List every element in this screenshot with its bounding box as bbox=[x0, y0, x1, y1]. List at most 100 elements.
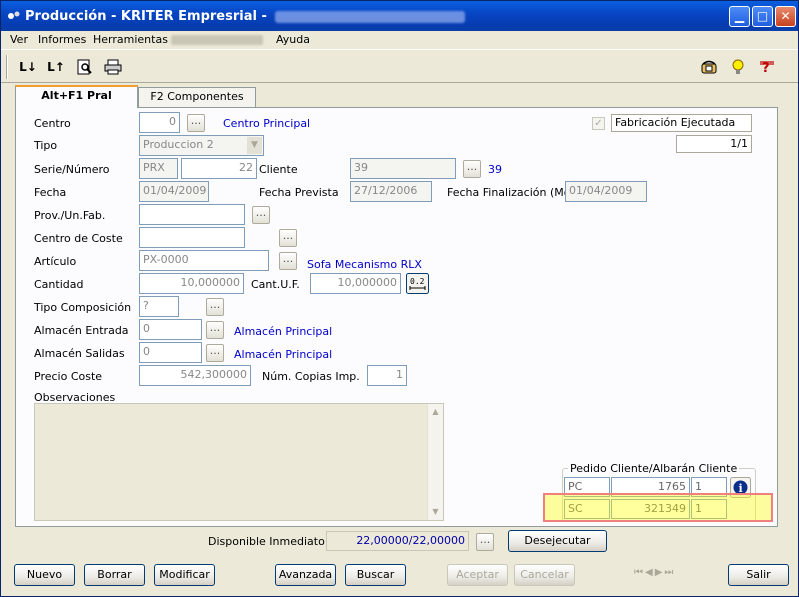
cantidad-label: Cantidad bbox=[34, 278, 84, 291]
numero-field[interactable]: 22 bbox=[181, 158, 257, 179]
record-counter: 1/1 bbox=[676, 135, 752, 153]
toolbar-grip bbox=[6, 55, 8, 79]
tab-principal[interactable]: Alt+F1 Pral bbox=[15, 85, 138, 108]
last-record-icon[interactable]: ⏭ bbox=[664, 567, 675, 578]
minimize-icon: ▁ bbox=[734, 9, 745, 23]
copias-label: Núm. Copias Imp. bbox=[262, 370, 360, 383]
avanzada-button[interactable]: Avanzada bbox=[275, 564, 336, 586]
salir-button[interactable]: Salir bbox=[728, 564, 789, 586]
prov-lookup-button[interactable]: ... bbox=[252, 206, 270, 224]
articulo-lookup-button[interactable]: ... bbox=[279, 252, 297, 270]
almacen-salidas-link[interactable]: Almacén Principal bbox=[234, 348, 332, 361]
tipo-composicion-field[interactable]: ? bbox=[139, 296, 179, 317]
fecha-prevista-field[interactable]: 27/12/2006 bbox=[350, 181, 432, 202]
fecha-prevista-label: Fecha Prevista bbox=[259, 186, 339, 199]
chevron-down-icon[interactable]: ▼ bbox=[247, 137, 262, 154]
minimize-button[interactable]: ▁ bbox=[729, 6, 750, 27]
pedido-row-1-code[interactable]: PC bbox=[564, 477, 610, 497]
buscar-button[interactable]: Buscar bbox=[345, 564, 406, 586]
copias-field[interactable]: 1 bbox=[367, 365, 407, 386]
articulo-label: Artículo bbox=[34, 255, 77, 268]
tipo-composicion-lookup-button[interactable]: ... bbox=[206, 298, 224, 316]
menu-herramientas[interactable]: Herramientas bbox=[93, 33, 168, 46]
print-preview-icon[interactable] bbox=[76, 59, 94, 75]
nuevo-button[interactable]: Nuevo bbox=[14, 564, 75, 586]
borrar-button[interactable]: Borrar bbox=[84, 564, 145, 586]
centro-lookup-button[interactable]: ... bbox=[187, 114, 205, 132]
disponible-lookup-button[interactable]: ... bbox=[476, 533, 494, 551]
serie-field[interactable]: PRX bbox=[139, 158, 178, 179]
menu-ver[interactable]: Ver bbox=[10, 33, 28, 46]
cancelar-button[interactable]: Cancelar bbox=[514, 564, 575, 586]
phone-icon[interactable] bbox=[700, 59, 718, 75]
unit-converter-icon[interactable]: 0.2 bbox=[406, 273, 429, 294]
almacen-entrada-field[interactable]: 0 bbox=[139, 319, 202, 340]
centro-label: Centro bbox=[34, 117, 71, 130]
window-title: Producción - KRITER Empresrial - bbox=[25, 9, 465, 24]
first-record-icon[interactable]: ⏮ bbox=[634, 567, 645, 578]
prev-record-icon[interactable]: ◀ bbox=[645, 567, 655, 578]
articulo-field[interactable]: PX-0000 bbox=[139, 250, 269, 271]
svg-text:0.2: 0.2 bbox=[410, 277, 425, 286]
centro-coste-lookup-button[interactable]: ... bbox=[279, 229, 297, 247]
almacen-salidas-field[interactable]: 0 bbox=[139, 342, 202, 363]
serie-label: Serie/Número bbox=[34, 163, 110, 176]
scroll-up-icon[interactable]: ▲ bbox=[428, 404, 443, 420]
scroll-down-icon[interactable]: ▼ bbox=[428, 504, 443, 520]
fecha-finalizacion-label: Fecha Finalización (Mov.) bbox=[447, 186, 584, 199]
pedido-row-2-number[interactable]: 321349 bbox=[611, 499, 690, 519]
almacen-salidas-lookup-button[interactable]: ... bbox=[206, 344, 224, 362]
maximize-button[interactable]: □ bbox=[752, 6, 773, 27]
fecha-field[interactable]: 01/04/2009 bbox=[139, 181, 209, 202]
fecha-finalizacion-field[interactable]: 01/04/2009 bbox=[565, 181, 647, 202]
disponible-label: Disponible Inmediato bbox=[208, 535, 325, 548]
maximize-icon: □ bbox=[756, 9, 769, 23]
menu-bar: Ver Informes Herramientas Ayuda bbox=[1, 31, 798, 49]
almacen-entrada-lookup-button[interactable]: ... bbox=[206, 321, 224, 339]
print-icon[interactable] bbox=[104, 59, 122, 75]
observaciones-textarea[interactable]: ▲ ▼ bbox=[34, 403, 444, 521]
desejecutar-button[interactable]: Desejecutar bbox=[508, 530, 607, 552]
help-icon[interactable]: ? bbox=[758, 59, 776, 75]
cliente-lookup-button[interactable]: ... bbox=[463, 160, 481, 178]
info-icon[interactable]: i bbox=[730, 477, 751, 498]
cantidad-field[interactable]: 10,000000 bbox=[139, 273, 244, 294]
lightbulb-icon[interactable] bbox=[729, 59, 747, 75]
sort-ascending-button[interactable]: L↓ bbox=[19, 59, 37, 75]
close-button[interactable]: ✕ bbox=[775, 6, 796, 27]
tipo-value: Produccion 2 bbox=[143, 138, 214, 151]
pedido-row-1-line[interactable]: 1 bbox=[691, 477, 727, 497]
aceptar-button[interactable]: Aceptar bbox=[447, 564, 508, 586]
centro-link[interactable]: Centro Principal bbox=[223, 117, 310, 130]
precio-coste-field[interactable]: 542,300000 bbox=[139, 365, 251, 386]
pedido-row-2-line[interactable]: 1 bbox=[691, 499, 727, 519]
app-icon bbox=[8, 11, 20, 19]
fabricacion-checkbox[interactable]: ✓ bbox=[592, 117, 605, 130]
prov-label: Prov./Un.Fab. bbox=[34, 209, 106, 222]
menu-redacted[interactable] bbox=[171, 35, 263, 45]
cliente-field[interactable]: 39 bbox=[350, 158, 456, 179]
prov-field[interactable] bbox=[139, 204, 245, 225]
almacen-entrada-label: Almacén Entrada bbox=[34, 324, 129, 337]
redacted-title-suffix bbox=[274, 10, 465, 23]
almacen-entrada-link[interactable]: Almacén Principal bbox=[234, 325, 332, 338]
centro-field[interactable]: 0 bbox=[139, 112, 180, 133]
tipo-label: Tipo bbox=[34, 139, 58, 152]
centro-coste-field[interactable] bbox=[139, 227, 245, 248]
articulo-link[interactable]: Sofa Mecanismo RLX bbox=[307, 258, 422, 271]
cant-uf-field[interactable]: 10,000000 bbox=[310, 273, 401, 294]
tipo-composicion-label: Tipo Composición bbox=[34, 301, 132, 314]
next-record-icon[interactable]: ▶ bbox=[655, 567, 665, 578]
modificar-button[interactable]: Modificar bbox=[154, 564, 215, 586]
fecha-label: Fecha bbox=[34, 186, 67, 199]
menu-ayuda[interactable]: Ayuda bbox=[276, 33, 310, 46]
menu-informes[interactable]: Informes bbox=[38, 33, 86, 46]
tab-componentes[interactable]: F2 Componentes bbox=[138, 87, 256, 107]
pedido-row-2-code[interactable]: SC bbox=[564, 499, 610, 519]
fabricacion-label: Fabricación Ejecutada bbox=[611, 114, 752, 132]
tipo-select[interactable]: Produccion 2 ▼ bbox=[139, 135, 264, 156]
pedido-row-1-number[interactable]: 1765 bbox=[611, 477, 690, 497]
observaciones-scrollbar[interactable]: ▲ ▼ bbox=[427, 404, 443, 520]
cliente-link[interactable]: 39 bbox=[488, 163, 502, 176]
sort-descending-button[interactable]: L↑ bbox=[47, 59, 65, 75]
